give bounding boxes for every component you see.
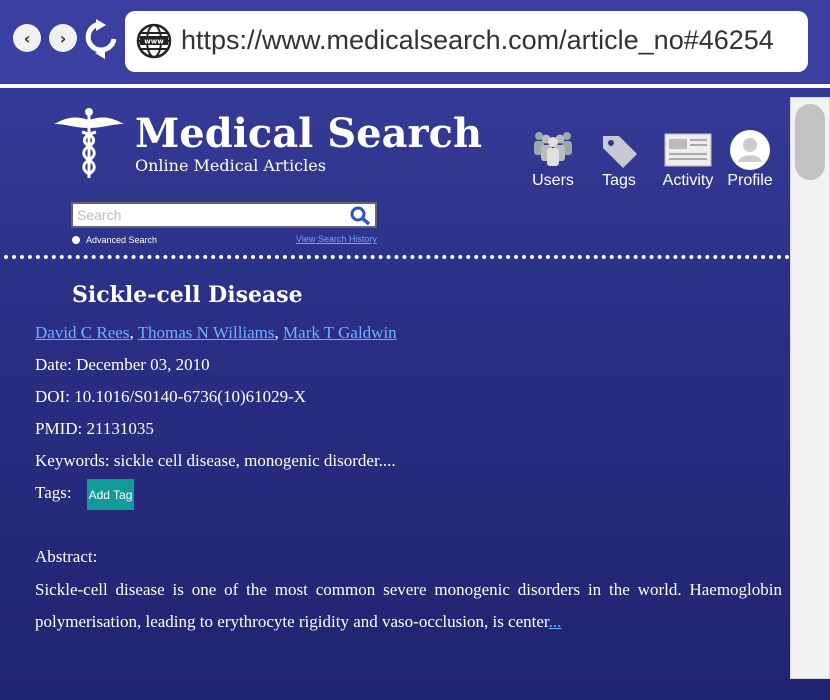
nav-profile-label: Profile xyxy=(727,172,773,189)
abstract-label: Abstract: xyxy=(35,547,98,566)
article-pmid: PMID: 21131035 xyxy=(35,419,154,438)
users-icon xyxy=(534,132,572,166)
author-link[interactable]: David C Rees xyxy=(35,323,129,342)
caduceus-logo-icon xyxy=(54,108,124,178)
tags-label: Tags: xyxy=(35,483,72,502)
author-link[interactable]: Thomas N Williams xyxy=(138,323,275,342)
search-history-link[interactable]: View Search History xyxy=(296,234,377,244)
profile-icon xyxy=(730,130,770,170)
chevron-right-icon: › xyxy=(59,28,67,48)
advanced-search-radio[interactable] xyxy=(72,236,80,244)
article-date: Date: December 03, 2010 xyxy=(35,355,210,374)
abstract-text: Sickle-cell disease is one of the most c… xyxy=(35,574,782,638)
globe-icon: www xyxy=(136,23,172,59)
advanced-search-label[interactable]: Advanced Search xyxy=(86,235,157,245)
nav-tags-label: Tags xyxy=(602,172,636,189)
address-bar[interactable]: www https://www.medicalsearch.com/articl… xyxy=(125,11,808,72)
chevron-left-icon: ‹ xyxy=(23,28,31,48)
url-text[interactable]: https://www.medicalsearch.com/article_no… xyxy=(181,25,774,56)
scrollbar-track[interactable] xyxy=(790,97,830,679)
site-subtitle: Online Medical Articles xyxy=(135,156,326,175)
tag-icon xyxy=(603,136,637,168)
author-list: David C Rees, Thomas N Williams, Mark T … xyxy=(35,323,397,343)
search-input[interactable] xyxy=(77,206,337,224)
toolbar-divider xyxy=(0,84,830,88)
nav-users-label: Users xyxy=(532,172,574,189)
forward-button[interactable]: › xyxy=(49,24,77,52)
author-separator: , xyxy=(274,323,284,342)
article-keywords: Keywords: sickle cell disease, monogenic… xyxy=(35,451,396,470)
browser-toolbar: ‹ › www https://www.medicalsearch.com/ar… xyxy=(0,0,830,84)
article-title: Sickle-cell Disease xyxy=(72,282,303,308)
site-title[interactable]: Medical Search xyxy=(135,110,482,157)
read-more-link[interactable]: ... xyxy=(549,612,562,631)
nav-users[interactable]: Users xyxy=(527,130,579,190)
search-icon[interactable] xyxy=(349,206,371,226)
reload-icon[interactable] xyxy=(84,19,118,59)
header-divider xyxy=(4,255,790,259)
scrollbar-thumb[interactable] xyxy=(795,104,825,180)
search-box xyxy=(71,202,377,228)
nav-tags[interactable]: Tags xyxy=(596,130,642,190)
author-separator: , xyxy=(129,323,138,342)
nav-activity-label: Activity xyxy=(662,172,714,189)
back-button[interactable]: ‹ xyxy=(13,24,41,52)
add-tag-button[interactable]: Add Tag xyxy=(87,479,134,510)
activity-icon xyxy=(664,133,712,167)
article-doi: DOI: 10.1016/S0140-6736(10)61029-X xyxy=(35,387,307,406)
svg-text:www: www xyxy=(144,38,164,46)
nav-profile[interactable]: Profile xyxy=(726,130,774,190)
abstract-body: Sickle-cell disease is one of the most c… xyxy=(35,580,782,631)
author-link[interactable]: Mark T Galdwin xyxy=(283,323,397,342)
nav-activity[interactable]: Activity xyxy=(660,130,716,190)
